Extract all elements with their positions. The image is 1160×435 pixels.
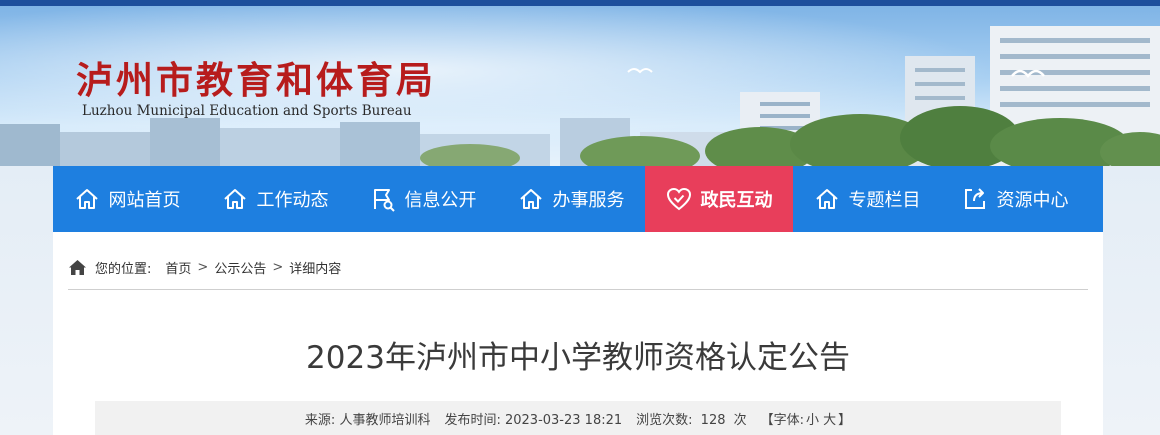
breadcrumb-separator: > xyxy=(197,260,209,275)
font-large-button[interactable]: 大 xyxy=(823,413,836,428)
home-icon xyxy=(69,260,86,275)
nav-label: 办事服务 xyxy=(552,190,625,211)
nav-item-resources[interactable]: 资源中心 xyxy=(941,166,1089,232)
flag-search-icon xyxy=(370,186,396,212)
nav-label: 政民互动 xyxy=(700,190,773,211)
site-logo-en: Luzhou Municipal Education and Sports Bu… xyxy=(82,103,412,119)
breadcrumb-current: 详细内容 xyxy=(289,262,342,277)
date-value: 2023-03-23 18:21 xyxy=(504,412,623,428)
breadcrumb-notices-link[interactable]: 公示公告 xyxy=(214,258,266,277)
home-icon xyxy=(814,186,840,212)
breadcrumb: 您的位置: 首页 > 公示公告 > 详细内容 xyxy=(68,258,341,277)
heart-check-icon xyxy=(666,186,692,212)
nav-label: 信息公开 xyxy=(404,190,477,211)
nav-label: 专题栏目 xyxy=(848,190,921,211)
nav-item-topics[interactable]: 专题栏目 xyxy=(793,166,941,232)
article-date: 发布时间: 2023-03-23 18:21 xyxy=(444,409,622,428)
site-logo-cn[interactable]: 泸州市教育和体育局 xyxy=(76,50,436,104)
breadcrumb-prefix: 您的位置: xyxy=(95,262,152,277)
nav-label: 工作动态 xyxy=(256,190,329,211)
article-views: 浏览次数: 128 次 xyxy=(636,409,747,428)
views-unit: 次 xyxy=(733,412,747,428)
article-meta-bar: 来源: 人事教师培训科 发布时间: 2023-03-23 18:21 浏览次数:… xyxy=(95,401,1061,435)
nav-item-work-news[interactable]: 工作动态 xyxy=(201,166,349,232)
header-banner: 泸州市教育和体育局 Luzhou Municipal Education and… xyxy=(0,6,1160,166)
home-icon xyxy=(74,186,100,212)
font-size-control: 【字体: 小大】 xyxy=(761,409,851,428)
nav-item-services[interactable]: 办事服务 xyxy=(497,166,645,232)
font-close: 】 xyxy=(838,412,852,428)
article-title: 2023年泸州市中小学教师资格认定公告 xyxy=(306,340,850,376)
home-icon xyxy=(518,186,544,212)
article-source: 来源: 人事教师培训科 xyxy=(305,409,431,428)
nav-item-interaction[interactable]: 政民互动 xyxy=(645,166,793,232)
source-value: 人事教师培训科 xyxy=(339,412,431,428)
home-icon xyxy=(222,186,248,212)
article-container: 您的位置: 首页 > 公示公告 > 详细内容 2023年泸州市中小学教师资格认定… xyxy=(53,232,1103,435)
nav-item-info-disclosure[interactable]: 信息公开 xyxy=(349,166,497,232)
breadcrumb-divider xyxy=(68,289,1088,290)
main-nav: 网站首页 工作动态 信息公开 办事服务 政民互动 专题栏目 资源中心 xyxy=(53,166,1103,232)
nav-label: 网站首页 xyxy=(108,190,181,211)
nav-item-home[interactable]: 网站首页 xyxy=(53,166,201,232)
share-icon xyxy=(962,186,988,212)
nav-label: 资源中心 xyxy=(996,190,1069,211)
font-open: 【字体: xyxy=(760,412,805,428)
source-label: 来源: xyxy=(304,412,336,428)
views-value: 128 xyxy=(700,412,726,428)
font-small-button[interactable]: 小 xyxy=(806,413,819,428)
breadcrumb-separator: > xyxy=(272,260,284,275)
date-label: 发布时间: xyxy=(444,412,501,428)
breadcrumb-home-link[interactable]: 首页 xyxy=(165,258,191,277)
views-label: 浏览次数: xyxy=(636,412,693,428)
